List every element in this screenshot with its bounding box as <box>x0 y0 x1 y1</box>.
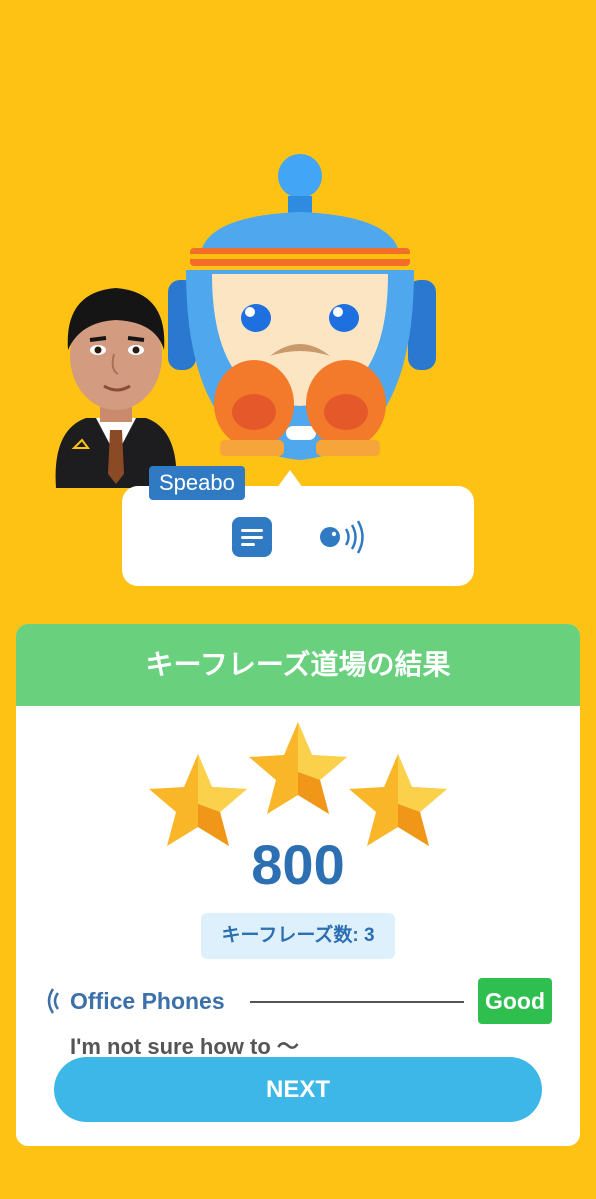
divider-line <box>250 1001 464 1003</box>
rating-badge: Good <box>478 978 552 1024</box>
robot-mascot <box>168 154 436 460</box>
sound-wave-icon <box>47 988 60 1014</box>
phrase-row[interactable]: Office Phones Good <box>44 978 554 1024</box>
phrase-title: Office Phones <box>70 988 225 1014</box>
key-phrase-count: キーフレーズ数: 3 <box>201 913 395 959</box>
speaker-name-tag: Speabo <box>149 466 245 500</box>
speaker-audio-icon[interactable] <box>318 517 366 557</box>
next-button[interactable]: NEXT <box>54 1057 542 1122</box>
phrase-subtitle: I'm not sure how to 〜 <box>70 1034 299 1054</box>
speech-bubble <box>122 486 474 586</box>
text-message-icon[interactable] <box>232 517 272 557</box>
result-title: キーフレーズ道場の結果 <box>16 624 580 706</box>
score-value: 800 <box>251 833 345 896</box>
star-icon <box>249 722 347 814</box>
